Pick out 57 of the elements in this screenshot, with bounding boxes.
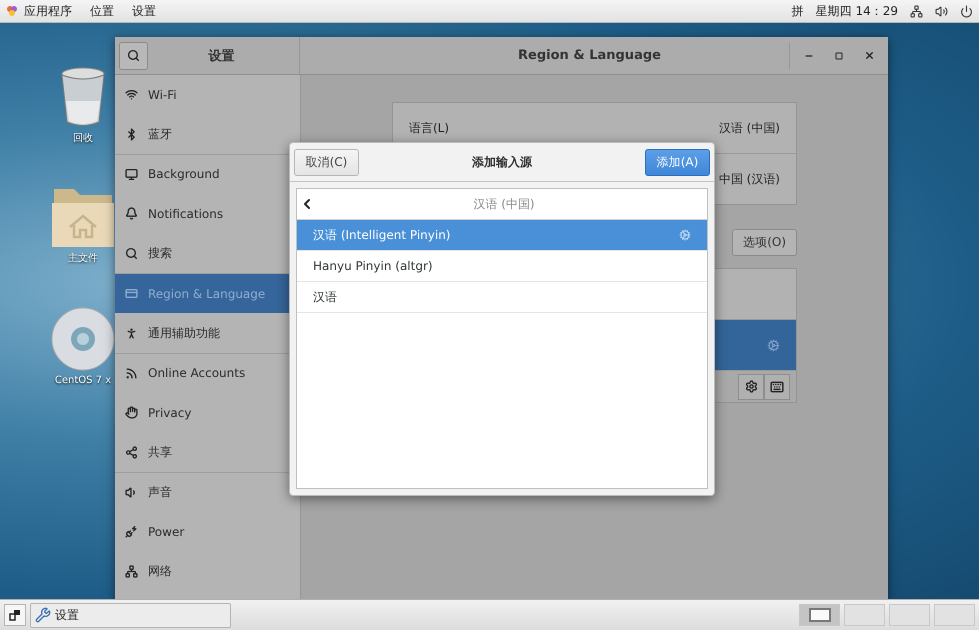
maximize-icon (835, 52, 843, 60)
top-menu[interactable]: 应用程序 (24, 2, 72, 20)
sidebar-title: 设置 (207, 48, 236, 64)
window-thumbnail-icon (808, 608, 830, 622)
show-desktop-button[interactable] (4, 604, 26, 626)
gear-icon (744, 380, 758, 393)
input-method-indicator[interactable]: 拼 (792, 2, 804, 20)
taskbar-button[interactable]: 设置 (30, 602, 231, 628)
window-title: Region & Language (517, 48, 662, 63)
sidebar-item[interactable]: Online Accounts (115, 354, 300, 394)
row-value[interactable]: 汉语 (中国) (718, 120, 780, 136)
sidebar-item[interactable]: Power (115, 512, 300, 552)
network-icon (125, 564, 138, 578)
search-icon (127, 49, 140, 62)
bell-icon (125, 207, 138, 220)
signal-icon (125, 366, 138, 380)
windows-icon (9, 609, 21, 621)
hand-icon (125, 406, 138, 420)
workspace-button[interactable] (799, 604, 840, 626)
network-icon[interactable] (910, 4, 923, 18)
row-value[interactable]: 中国 (汉语) (718, 170, 780, 188)
sidebar-item[interactable]: Wi-Fi (115, 75, 300, 114)
desktop-icon-label[interactable]: 回收 (73, 131, 93, 145)
wifi-icon (125, 88, 138, 102)
close-icon (864, 50, 874, 61)
sidebar-item[interactable]: 共享 (115, 432, 300, 472)
row-label: 语言(L) (409, 120, 450, 136)
sidebar-item[interactable]: Privacy (115, 393, 300, 433)
sidebar-item[interactable]: Notifications (115, 194, 300, 234)
person-icon (125, 326, 138, 340)
trash-can-icon (60, 67, 106, 127)
monitor-icon (125, 168, 138, 181)
top-menu[interactable]: 位置 (90, 2, 114, 20)
share-icon (125, 446, 138, 459)
options-button[interactable]: 选项(O) (732, 229, 797, 256)
sidebar-item[interactable]: 网络 (115, 552, 300, 592)
cancel-button[interactable]: 取消(C) (294, 148, 359, 176)
search-button[interactable] (119, 42, 148, 70)
speaker-icon (125, 486, 138, 500)
settings-button[interactable] (738, 374, 764, 400)
dialog-title: 添加输入源 (471, 154, 533, 170)
list-header: 汉语 (中国) (472, 196, 536, 212)
clock[interactable]: 星期四 14：29 (816, 2, 898, 20)
sidebar-item[interactable]: 搜索 (115, 234, 300, 273)
plug-icon (125, 525, 138, 538)
apps-logo-icon[interactable] (6, 5, 18, 17)
volume-icon[interactable] (935, 4, 948, 18)
wrench-icon (35, 607, 51, 623)
card-icon (125, 287, 138, 300)
keyboard-button[interactable] (764, 374, 790, 400)
keyboard-icon (770, 380, 784, 394)
power-icon[interactable] (960, 4, 973, 18)
sidebar-item[interactable]: 通用辅助功能 (115, 313, 300, 353)
top-menu[interactable]: 设置 (132, 2, 156, 20)
sidebar-item[interactable]: 声音 (115, 472, 300, 512)
bluetooth-icon (125, 128, 138, 141)
search-icon (125, 246, 138, 260)
